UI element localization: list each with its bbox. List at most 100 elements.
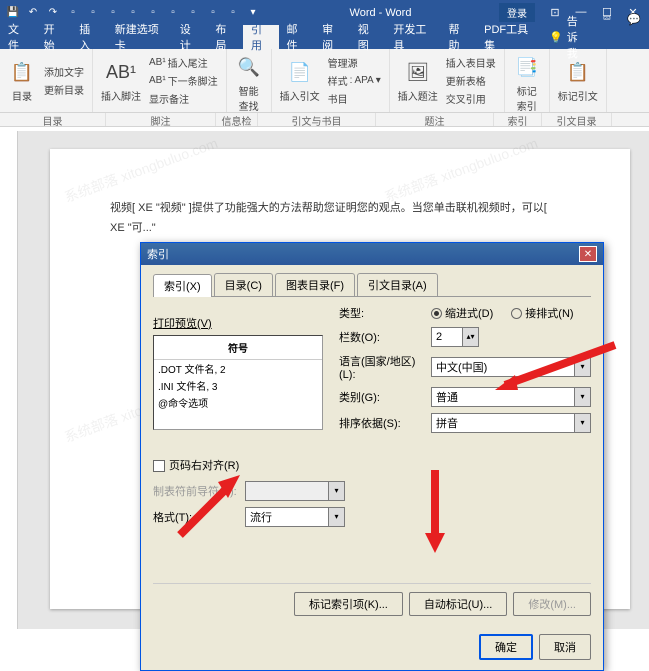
bibliography-button[interactable]: 书目 [326, 90, 383, 107]
menu-references[interactable]: 引用 [243, 25, 279, 49]
ribbon-labels: 目录 脚注 信息检索 引文与书目 题注 索引 引文目录 [0, 113, 649, 127]
menu-pdf[interactable]: PDF工具集 [476, 25, 541, 49]
qat-icon[interactable]: ▫ [64, 4, 82, 22]
auto-mark-button[interactable]: 自动标记(U)... [409, 592, 507, 616]
modify-button: 修改(M)... [513, 592, 591, 616]
toc-icon: 📋 [8, 58, 36, 86]
index-dialog: 索引 ✕ 索引(X) 目录(C) 图表目录(F) 引文目录(A) 打印预览(V)… [140, 242, 604, 671]
update-toc-button[interactable]: 更新目录 [42, 81, 86, 98]
manage-sources-button[interactable]: 管理源 [326, 54, 383, 71]
menu-review[interactable]: 审阅 [314, 25, 350, 49]
add-text-button[interactable]: 添加文字 [42, 63, 86, 80]
radio-icon [511, 308, 522, 319]
insert-tof-button[interactable]: 插入表目录 [444, 54, 498, 71]
dialog-close-button[interactable]: ✕ [579, 246, 597, 262]
chevron-down-icon: ▾ [329, 481, 345, 501]
citation-icon: 📄 [286, 58, 314, 86]
qat-icon[interactable]: ▫ [104, 4, 122, 22]
qat-icon[interactable]: ▫ [124, 4, 142, 22]
chevron-down-icon: ▾ [329, 507, 345, 527]
bulb-icon: 💡 [549, 31, 563, 44]
ribbon-group-toa: 📋标记引文 [550, 49, 607, 112]
menu-file[interactable]: 文件 [0, 25, 36, 49]
radio-icon [431, 308, 442, 319]
ribbon-group-citations: 📄插入引文 管理源 样式: APA ▾ 书目 [272, 49, 390, 112]
redo-icon[interactable]: ↷ [44, 4, 62, 22]
leader-label: 制表符前导符(B): [153, 483, 245, 499]
save-icon[interactable]: 💾 [4, 4, 22, 22]
radio-runin[interactable]: 接排式(N) [511, 305, 573, 321]
qat-icon[interactable]: ▫ [164, 4, 182, 22]
qat-icon[interactable]: ▫ [224, 4, 242, 22]
qat-icon[interactable]: ▫ [144, 4, 162, 22]
dialog-titlebar[interactable]: 索引 ✕ [141, 243, 603, 265]
print-preview: 符号 .DOT 文件名, 2 .INI 文件名, 3 @命令选项 [153, 335, 323, 430]
share-icon[interactable]: ⮹ [595, 13, 620, 26]
leader-combo: ▾ [245, 481, 345, 501]
document-text: 视频[ XE "视频" ]提供了功能强大的方法帮助您证明您的观点。当您单击联机视… [110, 199, 570, 239]
window-title: Word - Word [262, 7, 499, 19]
category-label: 类别(G): [339, 389, 431, 405]
dialog-tabs: 索引(X) 目录(C) 图表目录(F) 引文目录(A) [153, 273, 591, 297]
insert-endnote-button[interactable]: AB¹ 插入尾注 [147, 54, 220, 71]
mark-entry-button[interactable]: 标记索引项(K)... [294, 592, 403, 616]
ribbon: 📋目录 添加文字 更新目录 AB¹插入脚注 AB¹ 插入尾注 AB¹ 下一条脚注… [0, 49, 649, 113]
tab-toc[interactable]: 目录(C) [214, 273, 273, 296]
preview-label: 打印预览(V) [153, 315, 323, 331]
menu-dev[interactable]: 开发工具 [385, 25, 440, 49]
format-combo[interactable]: 流行▾ [245, 507, 345, 527]
format-label: 格式(T): [153, 509, 245, 525]
qat-icon[interactable]: ▫ [184, 4, 202, 22]
insert-citation-button[interactable]: 📄插入引文 [278, 56, 322, 105]
menu-layout[interactable]: 布局 [207, 25, 243, 49]
insert-footnote-button[interactable]: AB¹插入脚注 [99, 56, 143, 105]
chevron-down-icon: ▾ [575, 387, 591, 407]
language-label: 语言(国家/地区)(L): [339, 353, 431, 381]
qat-icon[interactable]: ▾ [244, 4, 262, 22]
checkbox-icon [153, 460, 165, 472]
tab-toa[interactable]: 引文目录(A) [357, 273, 438, 296]
toc-button[interactable]: 📋目录 [6, 56, 38, 105]
style-combo[interactable]: 样式: APA ▾ [326, 72, 383, 89]
menu-design[interactable]: 设计 [172, 25, 208, 49]
radio-indented[interactable]: 缩进式(D) [431, 305, 493, 321]
comment-icon[interactable]: 💬 [619, 13, 649, 26]
columns-spinner[interactable]: 2▴▾ [431, 327, 479, 347]
menu-newtab[interactable]: 新建选项卡 [107, 25, 172, 49]
insert-caption-button[interactable]: 🖼插入题注 [396, 56, 440, 105]
mark-citation-button[interactable]: 📋标记引文 [556, 56, 600, 105]
caption-icon: 🖼 [404, 58, 432, 86]
qat-icon[interactable]: ▫ [84, 4, 102, 22]
cross-ref-button[interactable]: 交叉引用 [444, 90, 498, 107]
tab-tof[interactable]: 图表目录(F) [275, 273, 355, 296]
page-align-checkbox[interactable]: 页码右对齐(R) [153, 460, 239, 472]
menu-insert[interactable]: 插入 [71, 25, 107, 49]
sort-combo[interactable]: 拼音▾ [431, 413, 591, 433]
update-table-button[interactable]: 更新表格 [444, 72, 498, 89]
menu-mail[interactable]: 邮件 [279, 25, 315, 49]
mark-index-button[interactable]: 📑标记 索引 [511, 51, 543, 115]
show-notes-button[interactable]: 显示备注 [147, 90, 220, 107]
vertical-ruler[interactable] [0, 131, 18, 629]
ribbon-group-index: 📑标记 索引 [505, 49, 550, 112]
menu-home[interactable]: 开始 [36, 25, 72, 49]
ok-button[interactable]: 确定 [479, 634, 533, 660]
category-combo[interactable]: 普通▾ [431, 387, 591, 407]
menu-view[interactable]: 视图 [350, 25, 386, 49]
undo-icon[interactable]: ↶ [24, 4, 42, 22]
login-button[interactable]: 登录 [499, 3, 535, 22]
sort-label: 排序依据(S): [339, 415, 431, 431]
cancel-button[interactable]: 取消 [539, 634, 591, 660]
smart-lookup-button[interactable]: 🔍智能 查找 [233, 51, 265, 115]
index-icon: 📑 [513, 53, 541, 81]
toa-icon: 📋 [564, 58, 592, 86]
menu-help[interactable]: 帮助 [441, 25, 477, 49]
next-footnote-button[interactable]: AB¹ 下一条脚注 [147, 72, 220, 89]
columns-label: 栏数(O): [339, 329, 431, 345]
qat-icon[interactable]: ▫ [204, 4, 222, 22]
language-combo[interactable]: 中文(中国)▾ [431, 357, 591, 377]
tab-index[interactable]: 索引(X) [153, 274, 212, 297]
ribbon-group-toc: 📋目录 添加文字 更新目录 [0, 49, 93, 112]
type-label: 类型: [339, 305, 431, 321]
menubar: 文件 开始 插入 新建选项卡 设计 布局 引用 邮件 审阅 视图 开发工具 帮助… [0, 25, 649, 49]
